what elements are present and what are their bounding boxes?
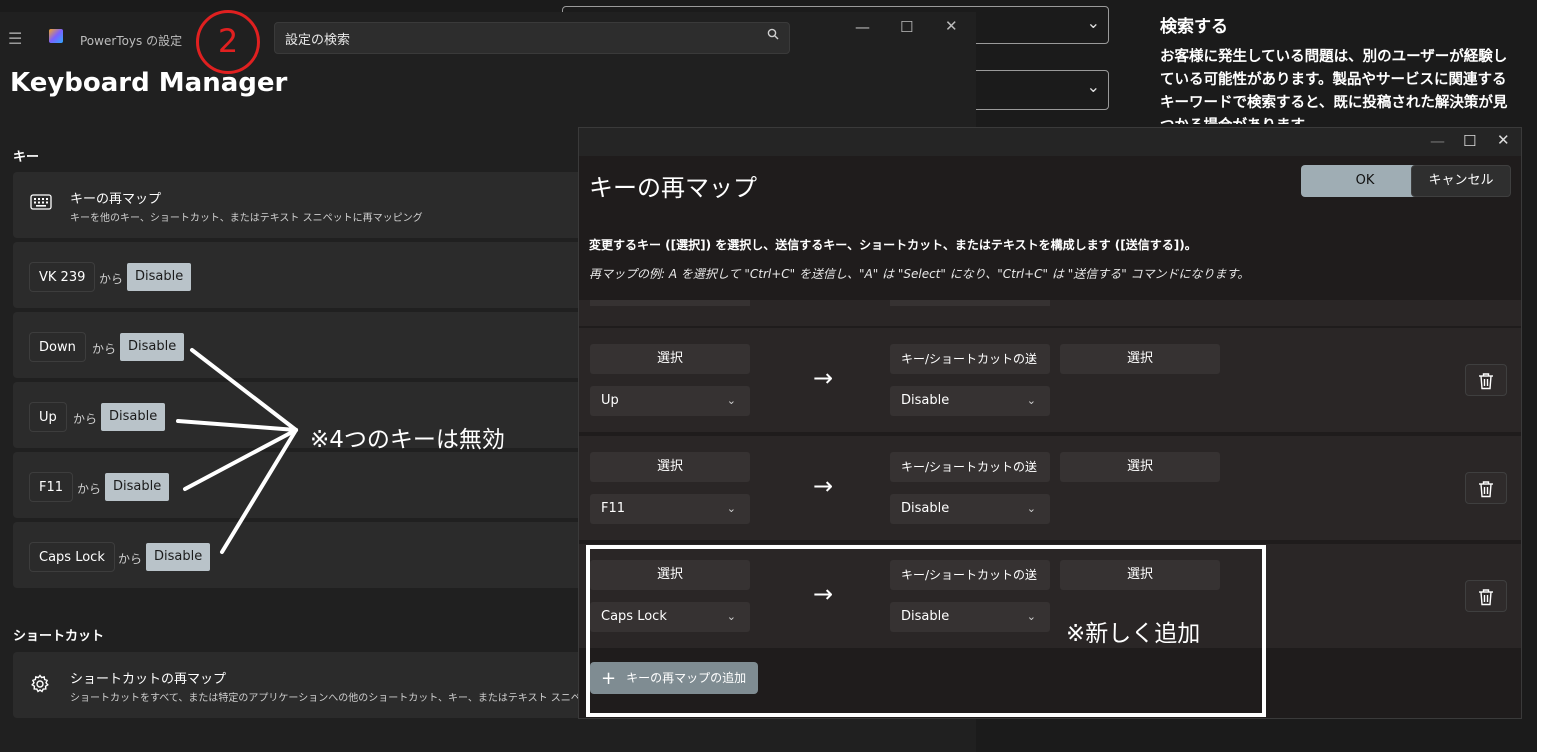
newly-added-note: ※新しく追加: [1066, 621, 1201, 647]
disabled-keys-note: ※4つのキーは無効: [310, 427, 505, 453]
